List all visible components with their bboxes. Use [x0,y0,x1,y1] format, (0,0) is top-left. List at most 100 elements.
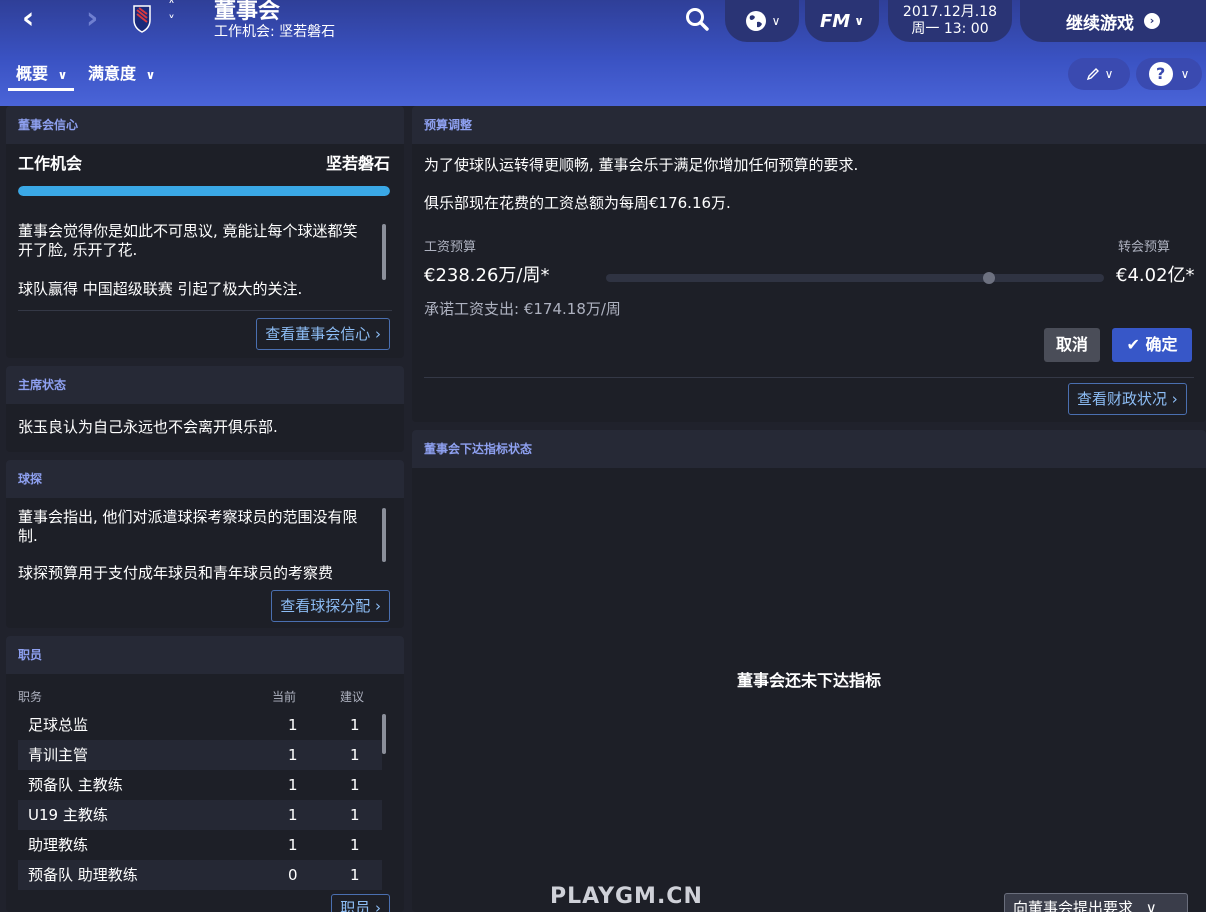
continue-label: 继续游戏 [1066,13,1134,34]
chevron-down-icon: ∨ [57,68,68,82]
confirm-button[interactable]: ✔ 确定 [1112,328,1192,362]
row-current: 1 [288,836,298,854]
tab-label: 满意度 [88,64,137,83]
scouting-panel: 球探 董事会指出, 他们对派遣球探考察球员的范围没有限制. 球探预算用于支付成年… [6,460,404,628]
chevron-down-icon: ∨ [1145,899,1157,912]
tab-satisfaction[interactable]: 满意度 ∨ [88,64,155,85]
row-current: 1 [288,746,298,764]
chevron-down-icon: ∨ [771,14,781,28]
table-row[interactable]: 助理教练 1 1 [18,830,382,860]
row-role: 助理教练 [28,836,89,854]
button-label: 确定 [1145,335,1178,354]
chevron-down-icon: ∨ [854,14,864,28]
chevron-down-icon: ∨ [1180,67,1190,81]
row-current: 1 [288,716,298,734]
table-row[interactable]: 足球总监 1 1 [18,710,382,740]
scrollbar[interactable] [382,714,386,754]
wage-budget-value: €238.26万/周* [424,265,550,286]
view-staff-button[interactable]: 职员 › [331,894,390,912]
cancel-button[interactable]: 取消 [1044,328,1100,362]
row-role: 预备队 主教练 [28,776,123,794]
row-recommended: 1 [350,806,360,824]
panel-title: 董事会信心 [6,106,404,144]
confidence-progress-fill [18,186,390,196]
committed-wages-label: 承诺工资支出: [424,300,524,318]
active-tab-indicator [8,88,74,91]
button-label: 职员 [340,899,371,912]
continue-game-button[interactable]: 继续游戏 › [1020,0,1206,42]
wage-budget-label: 工资预算 [424,240,477,255]
view-board-confidence-button[interactable]: 查看董事会信心 › [256,318,390,350]
confidence-progress-bar [18,186,390,196]
scrollbar[interactable] [382,224,386,280]
table-row[interactable]: 预备队 助理教练 0 1 [18,860,382,890]
chevron-right-icon: › [375,597,381,615]
chevron-down-icon: ∨ [145,68,156,82]
budget-text: 为了使球队运转得更顺畅, 董事会乐于满足你增加任何预算的要求. [424,156,859,174]
table-row[interactable]: 预备队 主教练 1 1 [18,770,382,800]
confidence-text-2: 球队赢得 中国超级联赛 引起了极大的关注. [18,280,303,298]
date-text: 2017.12月.18 [902,4,998,20]
confidence-text: 董事会觉得你是如此不可思议, 竟能让每个球迷都笑开了脸, 乐开了花. [18,222,358,259]
check-icon: ✔ [1126,335,1140,354]
panel-title: 球探 [6,460,404,498]
button-label: 查看球探分配 [280,597,371,615]
budget-panel: 预算调整 [412,106,1206,422]
col-header-recommended: 建议 [340,690,365,704]
scrollbar[interactable] [382,508,386,562]
help-icon: ? [1148,62,1173,86]
transfer-budget-value: €4.02亿* [1116,265,1195,286]
row-current: 1 [288,776,298,794]
row-recommended: 1 [350,746,360,764]
row-role: 青训主管 [28,746,89,764]
tab-label: 概要 [16,64,49,83]
back-arrow-icon[interactable]: ‹ [22,4,34,34]
col-header-current: 当前 [272,690,297,704]
divider [18,310,392,311]
no-objectives-text: 董事会还未下达指标 [736,671,881,690]
header-bar: ‹ › ˄ ˅ 董事会 工作机会: 坚若磐石 ∨ FM ∨ 2017.12月.18… [0,0,1206,106]
row-role: 足球总监 [28,716,89,734]
page-subtitle: 工作机会: 坚若磐石 [214,24,336,40]
club-crest-icon[interactable] [132,4,152,34]
row-recommended: 1 [350,776,360,794]
job-security-label: 工作机会 [18,154,83,173]
chairman-status-panel: 主席状态 张玉良认为自己永远也不会离开俱乐部. [6,366,404,452]
view-finances-button[interactable]: 查看财政状况 › [1068,383,1187,415]
table-row[interactable]: 青训主管 1 1 [18,740,382,770]
transfer-budget-label: 转会预算 [1118,240,1171,255]
row-current: 0 [288,866,298,884]
club-switch-icon[interactable]: ˄ ˅ [168,0,175,30]
help-menu-button[interactable]: ? ∨ [1136,58,1202,90]
chevron-right-icon: › [375,325,381,343]
row-recommended: 1 [350,866,360,884]
button-label: 向董事会提出要求 [1013,899,1134,912]
row-recommended: 1 [350,836,360,854]
forward-arrow-icon[interactable]: › [86,4,98,34]
panel-title: 主席状态 [6,366,404,404]
fm-menu-button[interactable]: FM ∨ [805,0,879,42]
table-row[interactable]: U19 主教练 1 1 [18,800,382,830]
divider [424,377,1194,378]
panel-title: 职员 [6,636,404,674]
fm-logo: FM [820,10,851,32]
search-icon[interactable] [684,6,710,32]
budget-slider-track[interactable] [606,274,1104,282]
globe-icon [745,11,766,31]
job-security-value: 坚若磐石 [325,154,390,173]
edit-menu-button[interactable]: ∨ [1068,58,1130,90]
scouting-text-2: 球探预算用于支付成年球员和青年球员的考察费 [18,564,334,582]
chevron-right-icon: › [1171,390,1178,408]
committed-wages-value: €174.18万/周 [523,300,621,318]
date-display[interactable]: 2017.12月.18 周一 13: 00 [888,0,1012,42]
globe-menu-button[interactable]: ∨ [725,0,799,42]
tab-overview[interactable]: 概要 ∨ [16,64,67,85]
view-scouting-button[interactable]: 查看球探分配 › [271,590,390,622]
request-board-button[interactable]: 向董事会提出要求 ∨ [1004,893,1188,912]
scouting-text: 董事会指出, 他们对派遣球探考察球员的范围没有限制. [18,508,358,545]
button-label: 查看董事会信心 [265,325,371,343]
page-title: 董事会 [214,0,281,24]
col-header-role: 职务 [18,690,43,704]
chevron-down-icon: ∨ [1104,67,1114,81]
chevron-right-icon: › [375,899,381,912]
